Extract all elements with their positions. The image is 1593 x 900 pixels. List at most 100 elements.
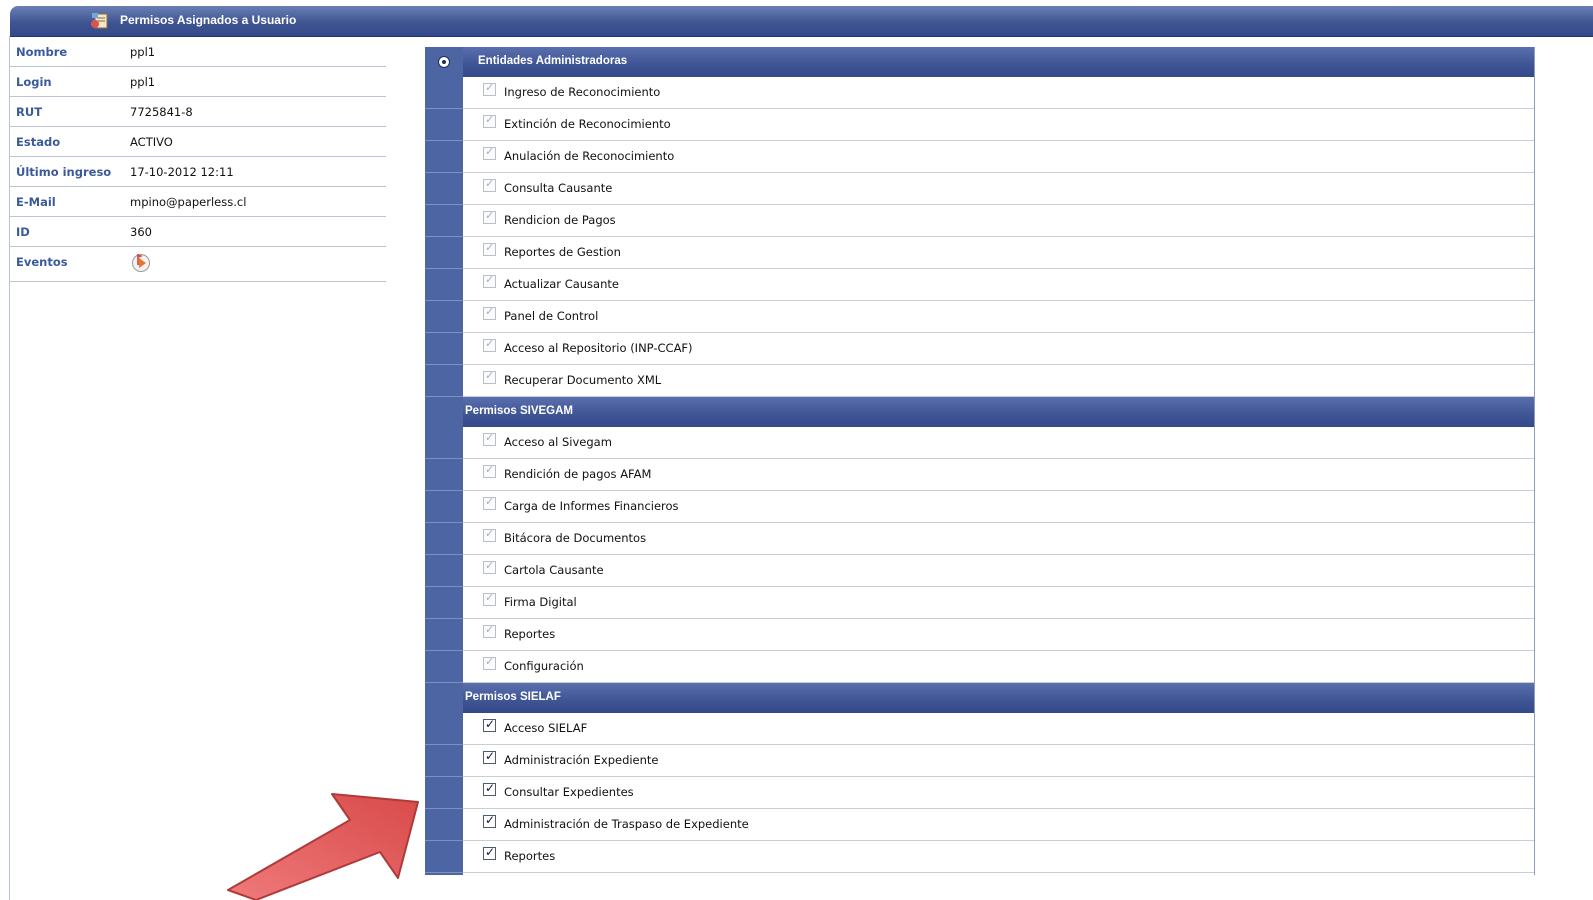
user-field-estado: Estado ACTIVO bbox=[10, 127, 386, 157]
permission-checkbox[interactable] bbox=[483, 209, 496, 224]
permission-item: Reportes bbox=[463, 619, 1534, 651]
side-column-divider bbox=[425, 808, 463, 809]
permission-checkbox[interactable] bbox=[483, 845, 496, 860]
field-value: ppl1 bbox=[130, 75, 156, 89]
user-field-eventos: Eventos bbox=[10, 247, 386, 282]
side-column-divider bbox=[425, 268, 463, 269]
permission-label: Reportes de Gestion bbox=[504, 245, 621, 259]
permission-label: Bitácora de Documentos bbox=[504, 531, 647, 545]
permission-item: Administración Expediente bbox=[463, 745, 1534, 777]
permission-item: Reportes de Gestion bbox=[463, 237, 1534, 269]
side-column-divider bbox=[425, 554, 463, 555]
permission-checkbox[interactable] bbox=[483, 623, 496, 638]
field-label: RUT bbox=[16, 105, 43, 119]
permission-item: Firma Digital bbox=[463, 587, 1534, 619]
permission-item: Acceso al Repositorio (INP-CCAF) bbox=[463, 333, 1534, 365]
side-column-divider bbox=[425, 490, 463, 491]
permission-item: Rendición de pagos AFAM bbox=[463, 459, 1534, 491]
permission-checkbox[interactable] bbox=[483, 655, 496, 670]
permission-checkbox[interactable] bbox=[483, 527, 496, 542]
side-column-divider bbox=[425, 172, 463, 173]
permission-item: Acceso SIELAF bbox=[463, 713, 1534, 745]
permission-checkbox[interactable] bbox=[483, 177, 496, 192]
side-column-divider bbox=[425, 650, 463, 651]
permission-label: Reportes bbox=[504, 627, 556, 641]
permission-item: Bitácora de Documentos bbox=[463, 523, 1534, 555]
permission-item: Actualizar Causante bbox=[463, 269, 1534, 301]
permission-checkbox[interactable] bbox=[483, 749, 496, 764]
side-column-divider bbox=[425, 396, 463, 397]
permission-checkbox[interactable] bbox=[483, 591, 496, 606]
permission-label: Ingreso de Reconocimiento bbox=[504, 85, 661, 99]
permission-label: Acceso al Repositorio (INP-CCAF) bbox=[504, 341, 693, 355]
side-column-divider bbox=[425, 872, 463, 873]
permission-checkbox[interactable] bbox=[483, 495, 496, 510]
user-field-login: Login ppl1 bbox=[10, 67, 386, 97]
permission-checkbox[interactable] bbox=[483, 559, 496, 574]
permission-label: Acceso SIELAF bbox=[504, 721, 588, 735]
side-column-divider bbox=[425, 364, 463, 365]
field-label: ID bbox=[16, 225, 30, 239]
window-title: Permisos Asignados a Usuario bbox=[120, 13, 297, 27]
permission-checkbox[interactable] bbox=[483, 81, 496, 96]
user-permissions-icon bbox=[91, 13, 108, 29]
permission-checkbox[interactable] bbox=[483, 431, 496, 446]
permission-group-header: Entidades Administradoras bbox=[463, 47, 1534, 77]
field-value: 7725841-8 bbox=[130, 105, 193, 119]
side-column-divider bbox=[425, 586, 463, 587]
permission-checkbox[interactable] bbox=[483, 369, 496, 384]
annotation-arrow bbox=[227, 793, 419, 900]
permission-label: Actualizar Causante bbox=[504, 277, 619, 291]
side-column-divider bbox=[425, 140, 463, 141]
permission-label: Reportes bbox=[504, 849, 556, 863]
permission-group-header: Permisos SIELAF bbox=[463, 683, 1534, 713]
permission-label: Consulta Causante bbox=[504, 181, 613, 195]
field-value: mpino@paperless.cl bbox=[130, 195, 247, 209]
permission-checkbox[interactable] bbox=[483, 781, 496, 796]
permission-checkbox[interactable] bbox=[483, 113, 496, 128]
permission-label: Acceso al Sivegam bbox=[504, 435, 612, 449]
permission-item: Ingreso de Reconocimiento bbox=[463, 77, 1534, 109]
permission-item: Panel de Control bbox=[463, 301, 1534, 333]
permission-checkbox[interactable] bbox=[483, 813, 496, 828]
user-field-id: ID 360 bbox=[10, 217, 386, 247]
permission-checkbox[interactable] bbox=[483, 337, 496, 352]
permission-checkbox[interactable] bbox=[483, 305, 496, 320]
permission-item: Acceso al Sivegam bbox=[463, 427, 1534, 459]
permission-group-title: Permisos SIELAF bbox=[465, 691, 561, 703]
play-flag-icon[interactable] bbox=[130, 251, 152, 273]
field-value: 360 bbox=[130, 225, 152, 239]
permission-item: Cartola Causante bbox=[463, 555, 1534, 587]
permission-checkbox[interactable] bbox=[483, 717, 496, 732]
side-column-divider bbox=[425, 458, 463, 459]
permission-item: Recuperar Documento XML bbox=[463, 365, 1534, 397]
permission-label: Cartola Causante bbox=[504, 563, 604, 577]
field-value: ACTIVO bbox=[130, 135, 173, 149]
side-column-divider bbox=[425, 682, 463, 683]
side-column-divider bbox=[425, 522, 463, 523]
permissions-right-border bbox=[1534, 47, 1535, 875]
select-all-radio[interactable] bbox=[438, 56, 450, 68]
permission-item: Configuración bbox=[463, 651, 1534, 683]
permission-label: Panel de Control bbox=[504, 309, 599, 323]
permission-checkbox[interactable] bbox=[483, 145, 496, 160]
field-label: Nombre bbox=[16, 45, 68, 59]
permission-label: Rendicion de Pagos bbox=[504, 213, 616, 227]
window-title-bar: Permisos Asignados a Usuario bbox=[10, 6, 1593, 37]
side-column-divider bbox=[425, 776, 463, 777]
permission-label: Recuperar Documento XML bbox=[504, 373, 662, 387]
permission-item: Consultar Expedientes bbox=[463, 777, 1534, 809]
field-label: Estado bbox=[16, 135, 61, 149]
permission-group-header: Permisos SIVEGAM bbox=[463, 397, 1534, 427]
user-field-ultimo-ingreso: Último ingreso 17-10-2012 12:11 bbox=[10, 157, 386, 187]
side-column-divider bbox=[425, 108, 463, 109]
permission-item: Consulta Causante bbox=[463, 173, 1534, 205]
field-value: ppl1 bbox=[130, 45, 156, 59]
permission-checkbox[interactable] bbox=[483, 241, 496, 256]
user-field-rut: RUT 7725841-8 bbox=[10, 97, 386, 127]
permission-label: Administración de Traspaso de Expediente bbox=[504, 817, 749, 831]
permission-checkbox[interactable] bbox=[483, 463, 496, 478]
permission-checkbox[interactable] bbox=[483, 273, 496, 288]
permission-label: Configuración bbox=[504, 659, 584, 673]
permissions-panel: Entidades Administradoras Ingreso de Reco… bbox=[425, 47, 1535, 875]
